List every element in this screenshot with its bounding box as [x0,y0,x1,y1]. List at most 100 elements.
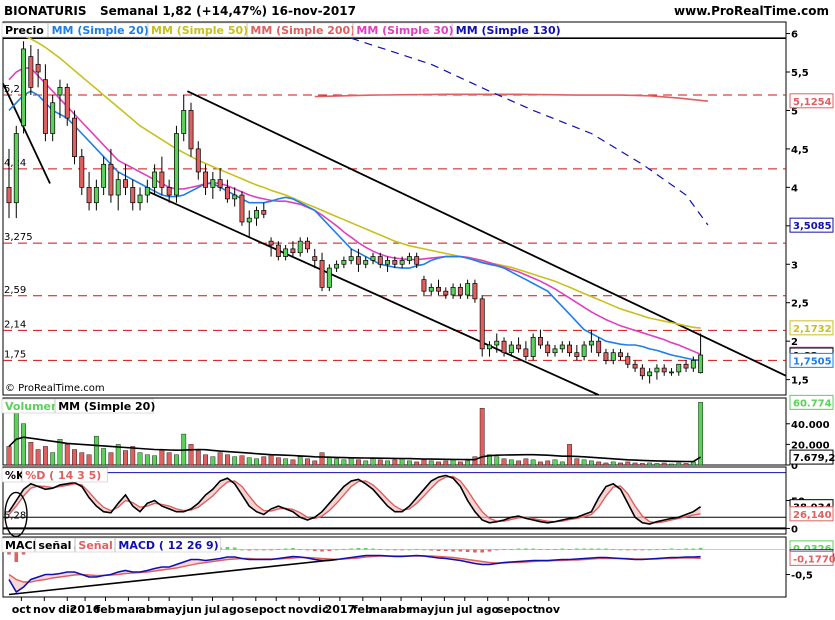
volume-bar [21,423,26,466]
candle [261,210,267,215]
candle [545,344,551,354]
x-tick-label: jun [181,603,201,616]
volume-bar [239,455,245,466]
volume-bar [392,459,398,466]
candle [64,87,70,119]
x-tick-label: jul [456,603,472,616]
legend-item: señal [38,539,71,552]
volume-bar [195,450,201,466]
candle [552,348,558,354]
volume-bar [603,462,609,466]
volume-bar [123,450,128,466]
volume-bar [457,461,463,466]
volume-bar [472,456,478,466]
candle [596,340,602,354]
volume-bar [210,456,216,466]
volume-bar [436,461,441,466]
value-tag-label: 5,1254 [793,97,832,108]
x-tick-label: oct [267,603,286,616]
candle [363,260,369,265]
candle [690,360,696,369]
volume-bar [618,462,623,466]
candle [181,110,187,134]
volume-bar [13,408,19,466]
volume-bar [385,460,390,466]
candle [559,344,565,350]
candle [79,156,85,188]
candle [6,187,12,204]
volume-bar [334,458,339,466]
level-label: 2,14 [4,319,26,330]
volume-bar [224,454,230,466]
volume-bar [246,457,252,466]
legend-item: MM (Simple 130) [456,24,561,37]
volume-bar [538,461,543,466]
candle [42,79,48,134]
volume-bar [545,460,551,466]
series-value-tag: 1,7505 [789,352,834,368]
candle [28,56,34,88]
y-tick-label: 6 [791,30,798,41]
volume-bar [254,458,259,466]
x-tick-label: sep [497,603,519,616]
candle [501,340,507,354]
volume-bar [64,444,70,466]
y-tick-label: 0 [791,524,798,535]
x-tick-label: oct [12,603,31,616]
candle [457,286,463,296]
value-tag-label: 60.774 [793,398,832,409]
level-label: 3,275 [4,232,33,243]
volume-bar [93,435,99,466]
volume-bar [669,463,674,466]
candle [698,354,704,374]
volume-bar [188,444,194,466]
y-tick-label: 1,5 [791,376,809,387]
level-label: 1,75 [4,349,26,360]
volume-bar [414,461,420,466]
volume-bar [319,452,325,466]
volume-bar [159,449,165,466]
volume-bar [683,463,689,466]
legend-item: %D ( 14 3 5) [25,469,101,482]
x-tick-label: may [156,603,182,616]
candle [283,248,289,257]
volume-bar [305,458,310,466]
macd-legend: MACDseñal Señal MACD ( 12 26 9) [1,537,221,553]
candle [581,344,587,357]
candle [421,279,427,292]
candle [618,352,623,357]
y-tick-label: 4,5 [791,145,809,156]
volume-bar [203,454,208,466]
candle [428,286,434,292]
y-tick-label: 3 [791,260,798,271]
volume-bar [676,462,682,466]
y-tick-label: 2,5 [791,299,809,310]
volume-bar [152,455,157,466]
volume-bar [50,452,56,466]
volume-bar [639,463,645,466]
volume-bar [647,462,653,466]
candle [195,148,201,173]
volume-bar [465,460,471,466]
candle [144,187,150,196]
candle [516,344,522,350]
candle [203,171,209,188]
volume-bar [530,459,536,466]
volume-bar [356,459,361,466]
candle [450,286,456,296]
candle [137,194,143,204]
x-tick-label: nov [288,603,311,616]
candle [290,248,296,254]
volume-bar [610,461,616,466]
candle [348,256,354,261]
volume-bar [341,459,347,466]
candle [86,187,92,204]
volume-bar [130,446,136,466]
candle [370,256,376,261]
candle [275,244,281,257]
candle [494,340,500,346]
candle [123,179,128,188]
x-tick-label: 2017 [325,603,356,616]
volume-bar [698,402,704,466]
y-tick-label: 4 [791,183,798,194]
